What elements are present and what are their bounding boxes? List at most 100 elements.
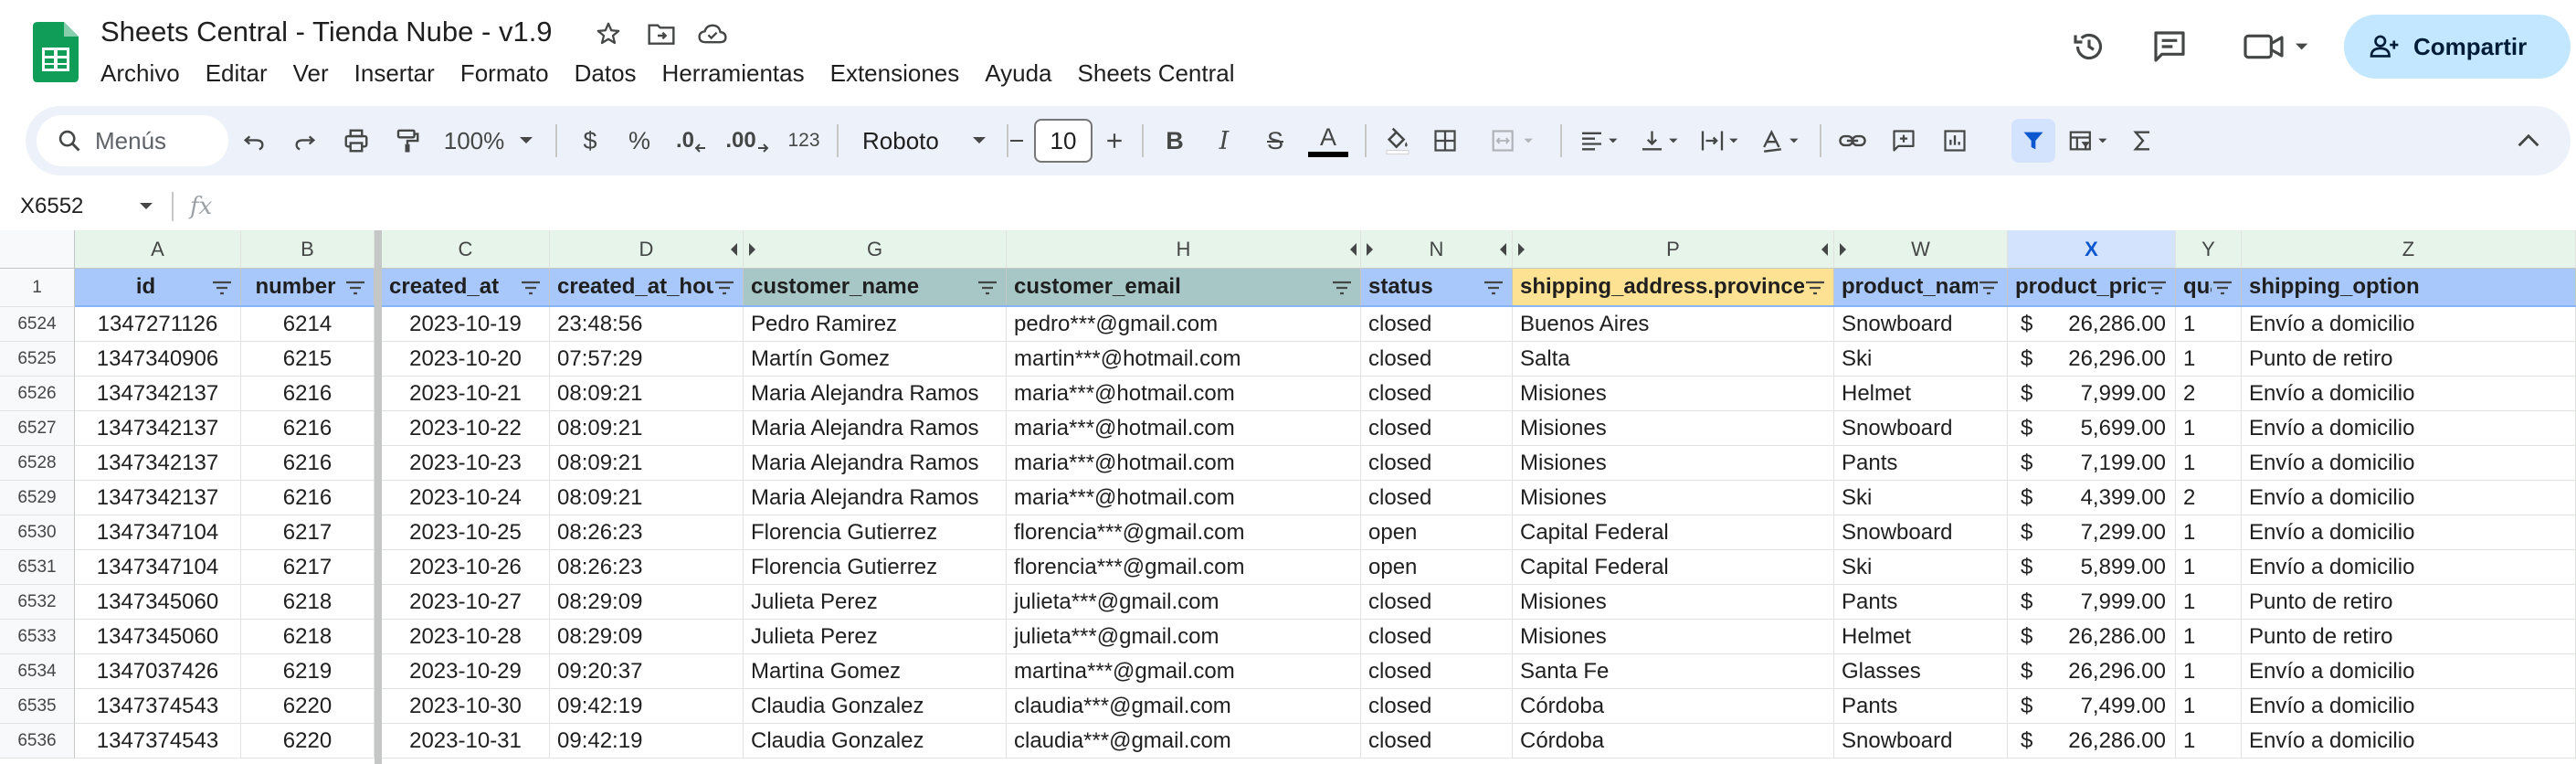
- table-cell[interactable]: 1: [2176, 307, 2242, 342]
- column-header-d[interactable]: D: [550, 230, 744, 269]
- table-cell[interactable]: closed: [1361, 585, 1513, 620]
- table-cell[interactable]: 2023-10-31: [382, 724, 550, 759]
- table-cell[interactable]: Maria Alejandra Ramos: [744, 481, 1007, 515]
- column-filter-icon[interactable]: [211, 277, 233, 299]
- table-cell[interactable]: maria***@hotmail.com: [1007, 377, 1361, 411]
- table-cell[interactable]: Maria Alejandra Ramos: [744, 446, 1007, 481]
- table-cell[interactable]: closed: [1361, 342, 1513, 377]
- table-cell[interactable]: julieta***@gmail.com: [1007, 585, 1361, 620]
- column-title-quantity[interactable]: quantity: [2176, 269, 2242, 307]
- column-filter-icon[interactable]: [1331, 277, 1353, 299]
- table-cell[interactable]: $5,899.00: [2008, 550, 2176, 585]
- table-cell[interactable]: Envío a domicilio: [2242, 515, 2576, 550]
- table-cell[interactable]: Misiones: [1513, 446, 1834, 481]
- table-cell[interactable]: 2023-10-22: [382, 411, 550, 446]
- table-cell[interactable]: Misiones: [1513, 585, 1834, 620]
- decrease-decimals-button[interactable]: .0: [669, 106, 714, 175]
- table-cell[interactable]: $7,999.00: [2008, 377, 2176, 411]
- table-cell[interactable]: Envío a domicilio: [2242, 550, 2576, 585]
- text-color-button[interactable]: A: [1303, 106, 1354, 175]
- sheets-logo-icon[interactable]: [33, 22, 79, 82]
- row-header[interactable]: 6528: [0, 446, 75, 481]
- menu-editar[interactable]: Editar: [206, 57, 268, 90]
- bold-button[interactable]: B: [1155, 106, 1195, 175]
- table-cell[interactable]: florencia***@gmail.com: [1007, 515, 1361, 550]
- table-cell[interactable]: florencia***@gmail.com: [1007, 550, 1361, 585]
- table-cell[interactable]: maria***@hotmail.com: [1007, 411, 1361, 446]
- column-filter-icon[interactable]: [977, 277, 998, 299]
- table-cell[interactable]: 2023-10-19: [382, 307, 550, 342]
- table-cell[interactable]: martina***@gmail.com: [1007, 654, 1361, 689]
- table-cell[interactable]: Envío a domicilio: [2242, 411, 2576, 446]
- table-cell[interactable]: 2023-10-25: [382, 515, 550, 550]
- table-cell[interactable]: 1347340906: [75, 342, 241, 377]
- column-title-created-at[interactable]: created_at: [382, 269, 550, 307]
- table-cell[interactable]: julieta***@gmail.com: [1007, 620, 1361, 654]
- table-cell[interactable]: Envío a domicilio: [2242, 307, 2576, 342]
- table-cell[interactable]: 1347345060: [75, 620, 241, 654]
- table-cell[interactable]: 1347037426: [75, 654, 241, 689]
- column-header-a[interactable]: A: [75, 230, 241, 269]
- table-cell[interactable]: closed: [1361, 689, 1513, 724]
- column-header-c[interactable]: C: [382, 230, 550, 269]
- table-cell[interactable]: closed: [1361, 307, 1513, 342]
- table-cell[interactable]: 1347347104: [75, 550, 241, 585]
- table-cell[interactable]: martin***@hotmail.com: [1007, 342, 1361, 377]
- table-cell[interactable]: 08:29:09: [550, 585, 744, 620]
- table-cell[interactable]: 09:20:37: [550, 654, 744, 689]
- table-cell[interactable]: Snowboard: [1834, 307, 2008, 342]
- table-cell[interactable]: 1347342137: [75, 411, 241, 446]
- horizontal-align-icon[interactable]: [1573, 106, 1630, 175]
- borders-icon[interactable]: [1425, 106, 1465, 175]
- table-cell[interactable]: 08:09:21: [550, 411, 744, 446]
- table-cell[interactable]: Snowboard: [1834, 724, 2008, 759]
- column-filter-icon[interactable]: [1804, 277, 1826, 299]
- table-cell[interactable]: Maria Alejandra Ramos: [744, 411, 1007, 446]
- table-cell[interactable]: 1347342137: [75, 377, 241, 411]
- row-header[interactable]: 6535: [0, 689, 75, 724]
- row-header[interactable]: 6533: [0, 620, 75, 654]
- table-cell[interactable]: Envío a domicilio: [2242, 689, 2576, 724]
- table-cell[interactable]: Capital Federal: [1513, 515, 1834, 550]
- menu-archivo[interactable]: Archivo: [100, 57, 180, 90]
- hidden-columns-left-arrow-icon[interactable]: [1500, 243, 1506, 256]
- name-box[interactable]: X6552: [20, 188, 83, 225]
- column-header-b[interactable]: B: [241, 230, 375, 269]
- print-icon[interactable]: [336, 106, 376, 175]
- functions-icon[interactable]: [2123, 106, 2163, 175]
- menu-herramientas[interactable]: Herramientas: [662, 57, 805, 90]
- vertical-align-icon[interactable]: [1633, 106, 1690, 175]
- column-title-shipping-option[interactable]: shipping_option: [2242, 269, 2576, 307]
- row-header[interactable]: 6532: [0, 585, 75, 620]
- column-title-product-name[interactable]: product_name: [1834, 269, 2008, 307]
- spreadsheet-grid[interactable]: A B C D G H N P W X Y Z 1 id number created_at created_a…: [0, 230, 2576, 764]
- frozen-column-divider[interactable]: [375, 230, 382, 764]
- column-title-shipping-address-province[interactable]: shipping_address.province: [1513, 269, 1834, 307]
- table-cell[interactable]: 08:26:23: [550, 515, 744, 550]
- table-cell[interactable]: Misiones: [1513, 481, 1834, 515]
- row-header[interactable]: 6531: [0, 550, 75, 585]
- table-cell[interactable]: maria***@hotmail.com: [1007, 446, 1361, 481]
- table-cell[interactable]: 08:09:21: [550, 481, 744, 515]
- table-cell[interactable]: Pedro Ramirez: [744, 307, 1007, 342]
- table-cell[interactable]: open: [1361, 550, 1513, 585]
- table-cell[interactable]: 2: [2176, 481, 2242, 515]
- column-title-created-at-hour[interactable]: created_at_hour: [550, 269, 744, 307]
- table-cell[interactable]: 1: [2176, 654, 2242, 689]
- table-cell[interactable]: 08:09:21: [550, 377, 744, 411]
- table-cell[interactable]: Florencia Gutierrez: [744, 515, 1007, 550]
- row-header[interactable]: 6524: [0, 307, 75, 342]
- table-cell[interactable]: 6214: [241, 307, 375, 342]
- share-button[interactable]: Compartir: [2344, 15, 2571, 79]
- column-header-h[interactable]: H: [1007, 230, 1361, 269]
- column-header-x[interactable]: X: [2008, 230, 2176, 269]
- table-cell[interactable]: Córdoba: [1513, 689, 1834, 724]
- currency-format-button[interactable]: $: [570, 106, 610, 175]
- meet-video-icon[interactable]: [2236, 26, 2318, 68]
- table-cell[interactable]: Salta: [1513, 342, 1834, 377]
- table-cell[interactable]: 6217: [241, 515, 375, 550]
- zoom-select[interactable]: 100%: [438, 106, 539, 175]
- table-cell[interactable]: 6220: [241, 689, 375, 724]
- increase-font-size-button[interactable]: [1098, 106, 1131, 175]
- table-cell[interactable]: 09:42:19: [550, 689, 744, 724]
